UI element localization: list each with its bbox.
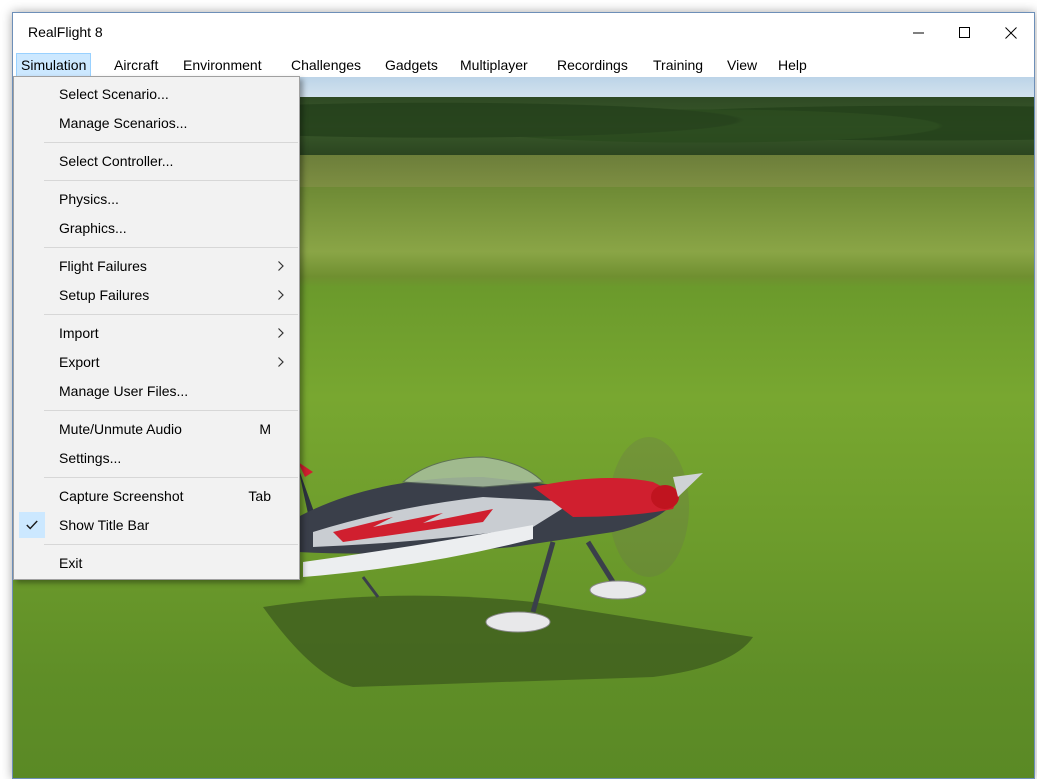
menu-item-graphics[interactable]: Graphics... xyxy=(15,214,298,243)
menu-item-export[interactable]: Export xyxy=(15,348,298,377)
menu-separator xyxy=(44,314,298,315)
menu-item-label: Manage User Files... xyxy=(59,383,189,399)
menu-separator xyxy=(44,544,298,545)
shortcut-label: M xyxy=(259,421,271,437)
menu-item-label: Mute/Unmute Audio xyxy=(59,421,182,437)
menu-view[interactable]: View xyxy=(723,53,761,77)
menu-item-label: Physics... xyxy=(59,191,119,207)
menu-item-select-scenario[interactable]: Select Scenario... xyxy=(15,80,298,109)
menu-item-label: Capture Screenshot xyxy=(59,488,184,504)
menu-training[interactable]: Training xyxy=(649,53,707,77)
menu-item-label: Manage Scenarios... xyxy=(59,115,188,131)
menu-separator xyxy=(44,142,298,143)
menu-separator xyxy=(44,180,298,181)
maximize-button[interactable] xyxy=(942,13,988,53)
menu-help[interactable]: Help xyxy=(774,53,811,77)
app-title: RealFlight 8 xyxy=(28,24,103,40)
menu-bar: Simulation Aircraft Environment Challeng… xyxy=(13,53,1034,77)
minimize-button[interactable] xyxy=(896,13,942,53)
menu-item-show-title-bar[interactable]: Show Title Bar xyxy=(15,511,298,540)
close-icon xyxy=(1005,27,1017,39)
shortcut-label: Tab xyxy=(248,488,271,504)
menu-item-select-controller[interactable]: Select Controller... xyxy=(15,147,298,176)
menu-simulation[interactable]: Simulation xyxy=(16,53,92,77)
menu-item-label: Select Scenario... xyxy=(59,86,169,102)
chevron-right-icon xyxy=(278,290,284,300)
menu-item-label: Export xyxy=(59,354,100,370)
chevron-right-icon xyxy=(278,357,284,367)
menu-item-label: Settings... xyxy=(59,450,122,466)
menu-gadgets[interactable]: Gadgets xyxy=(381,53,442,77)
menu-item-label: Flight Failures xyxy=(59,258,147,274)
checkmark-box xyxy=(19,512,45,538)
menu-item-label: Graphics... xyxy=(59,220,127,236)
menu-separator xyxy=(44,477,298,478)
menu-item-settings[interactable]: Settings... xyxy=(15,444,298,473)
app-window: RealFlight 8 Simulation Aircraft Environ… xyxy=(12,12,1035,779)
menu-item-label: Import xyxy=(59,325,99,341)
maximize-icon xyxy=(959,27,970,38)
menu-item-exit[interactable]: Exit xyxy=(15,549,298,578)
chevron-right-icon xyxy=(278,328,284,338)
menu-item-flight-failures[interactable]: Flight Failures xyxy=(15,252,298,281)
menu-separator xyxy=(44,247,298,248)
menu-item-capture-screenshot[interactable]: Capture Screenshot Tab xyxy=(15,482,298,511)
menu-item-physics[interactable]: Physics... xyxy=(15,185,298,214)
menu-item-label: Show Title Bar xyxy=(59,517,150,533)
title-bar[interactable]: RealFlight 8 xyxy=(13,13,1034,53)
close-button[interactable] xyxy=(988,13,1034,53)
menu-item-import[interactable]: Import xyxy=(15,319,298,348)
checkmark-icon xyxy=(26,520,38,530)
menu-recordings[interactable]: Recordings xyxy=(553,53,632,77)
menu-item-manage-scenarios[interactable]: Manage Scenarios... xyxy=(15,109,298,138)
menu-multiplayer[interactable]: Multiplayer xyxy=(456,53,532,77)
menu-item-label: Select Controller... xyxy=(59,153,174,169)
menu-item-label: Setup Failures xyxy=(59,287,150,303)
menu-item-label: Exit xyxy=(59,555,83,571)
menu-aircraft[interactable]: Aircraft xyxy=(110,53,162,77)
menu-item-setup-failures[interactable]: Setup Failures xyxy=(15,281,298,310)
menu-item-manage-user-files[interactable]: Manage User Files... xyxy=(15,377,298,406)
minimize-icon xyxy=(913,32,924,34)
simulation-menu-dropdown: Select Scenario... Manage Scenarios... S… xyxy=(13,76,300,580)
menu-separator xyxy=(44,410,298,411)
menu-environment[interactable]: Environment xyxy=(179,53,266,77)
menu-item-mute-unmute-audio[interactable]: Mute/Unmute Audio M xyxy=(15,415,298,444)
chevron-right-icon xyxy=(278,261,284,271)
menu-challenges[interactable]: Challenges xyxy=(287,53,365,77)
